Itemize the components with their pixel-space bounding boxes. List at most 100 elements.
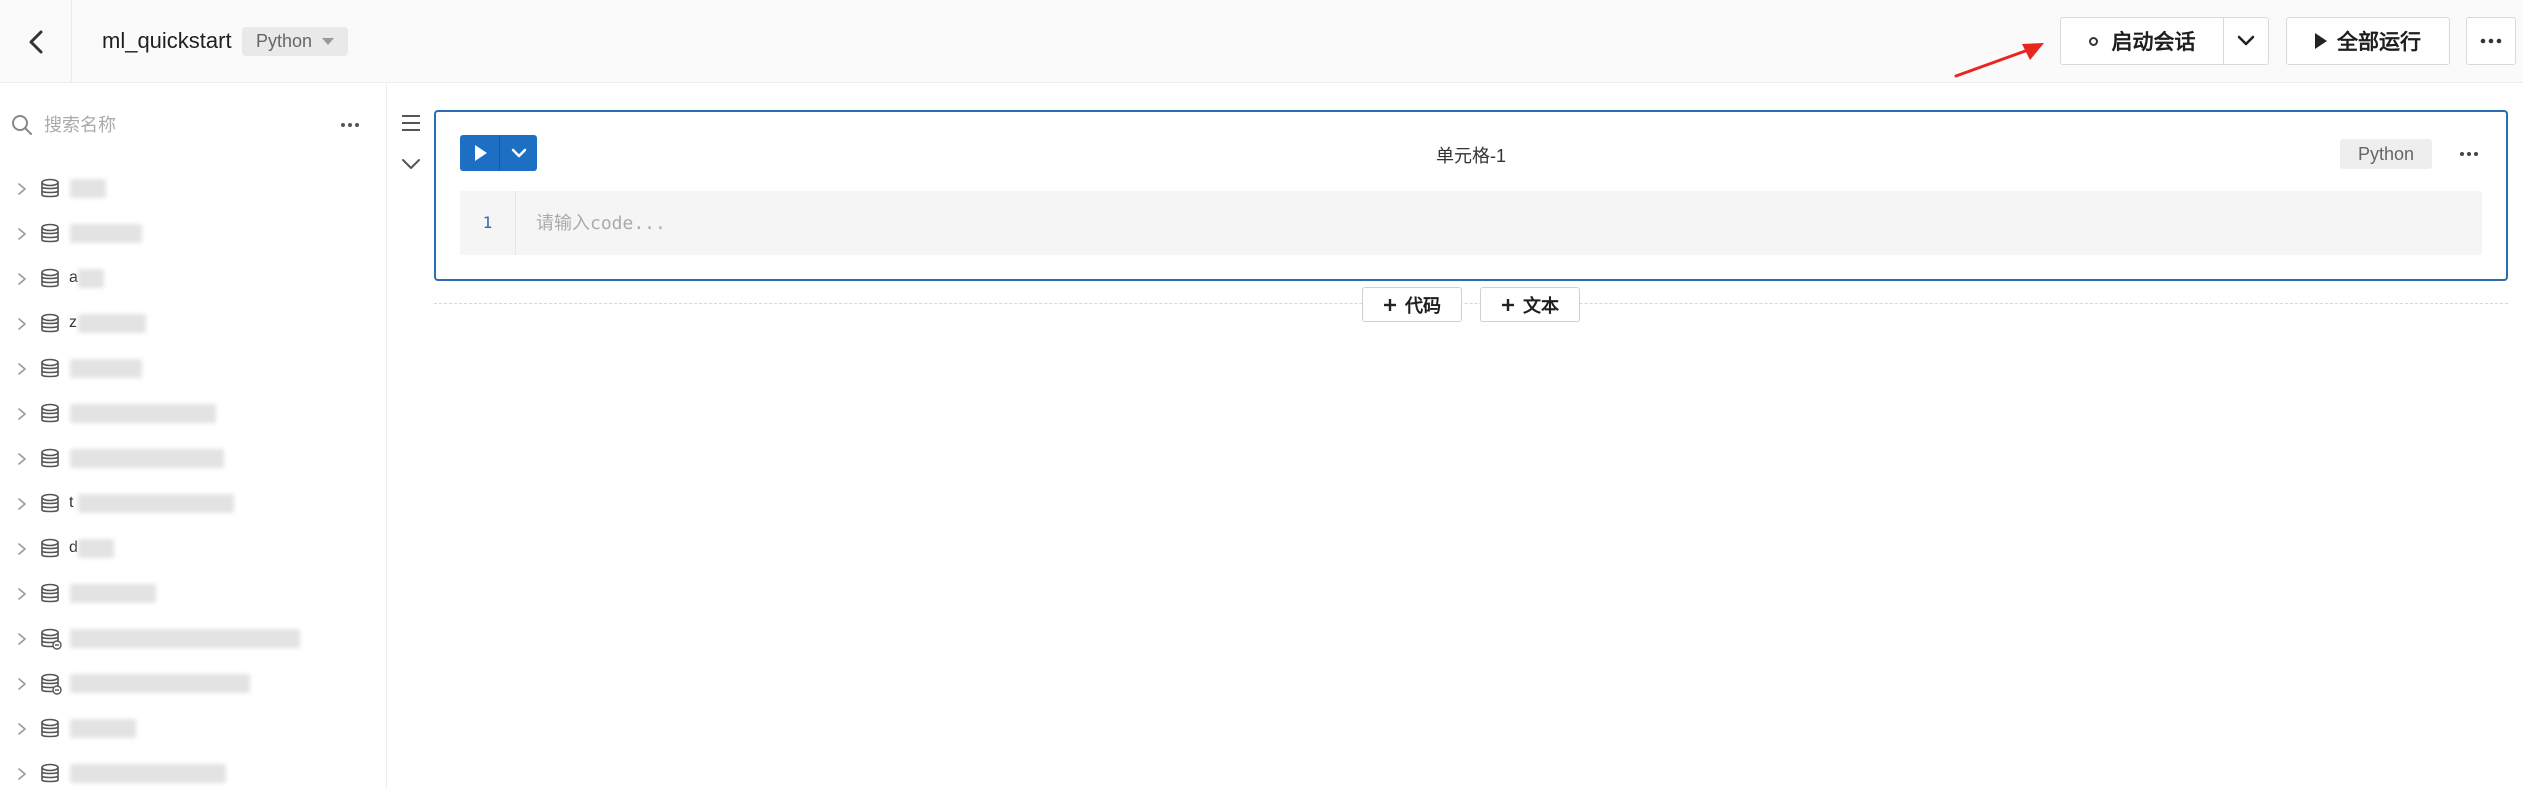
start-session-label: 启动会话 xyxy=(2111,31,2196,54)
redacted-name xyxy=(78,314,146,333)
session-dropdown-button[interactable] xyxy=(2224,18,2268,64)
list-icon xyxy=(402,115,420,131)
tree-item-label: z xyxy=(69,314,77,331)
chevron-right-icon[interactable] xyxy=(17,227,27,241)
chevron-right-icon[interactable] xyxy=(17,362,27,376)
session-status-icon xyxy=(2088,36,2098,46)
database-icon xyxy=(41,763,59,783)
redacted-name xyxy=(78,269,104,288)
tree-item-label: t xyxy=(69,494,74,511)
search-icon xyxy=(12,115,32,135)
tree-item[interactable]: t xyxy=(0,481,386,526)
database-link-icon xyxy=(41,628,62,650)
database-icon xyxy=(41,718,59,738)
add-text-label: 文本 xyxy=(1523,295,1559,316)
chevron-down-icon xyxy=(2237,35,2255,46)
notebook-title: ml_quickstart xyxy=(102,28,232,53)
tree-item[interactable] xyxy=(0,661,386,706)
code-editor: 1 xyxy=(460,191,2482,255)
redacted-name xyxy=(70,404,216,423)
code-cell[interactable]: 单元格-1 Python 1 xyxy=(434,110,2508,281)
chevron-right-icon[interactable] xyxy=(17,542,27,556)
run-all-label: 全部运行 xyxy=(2337,31,2421,54)
chevron-right-icon[interactable] xyxy=(17,587,27,601)
search-input[interactable] xyxy=(44,109,324,141)
database-icon xyxy=(41,448,59,468)
redacted-name xyxy=(70,179,106,198)
redacted-name xyxy=(70,629,300,648)
chevron-right-icon[interactable] xyxy=(17,767,27,781)
tree-item[interactable] xyxy=(0,346,386,391)
redacted-name xyxy=(70,449,224,468)
cell-title: 单元格-1 xyxy=(1435,146,1506,166)
line-number: 1 xyxy=(460,191,516,255)
cell-more-button[interactable] xyxy=(2454,140,2484,168)
database-icon xyxy=(41,403,59,423)
chevron-right-icon[interactable] xyxy=(17,317,27,331)
top-bar: ml_quickstart Python 启动会话 全部运行 xyxy=(0,0,2523,83)
tree-item[interactable]: z xyxy=(0,301,386,346)
plus-icon xyxy=(1384,298,1396,311)
chevron-down-icon xyxy=(402,159,420,169)
sidebar: a z t d xyxy=(0,83,387,789)
redacted-name xyxy=(78,494,234,513)
ellipsis-icon xyxy=(341,123,359,127)
chevron-right-icon[interactable] xyxy=(17,677,27,691)
redacted-name xyxy=(70,719,136,738)
redacted-name xyxy=(70,359,142,378)
tree-item[interactable] xyxy=(0,706,386,751)
tree-item[interactable] xyxy=(0,751,386,796)
collapse-cell-button[interactable] xyxy=(400,157,422,176)
tree-item-label: d xyxy=(69,539,78,556)
chevron-right-icon[interactable] xyxy=(17,722,27,736)
chevron-left-icon xyxy=(29,30,42,53)
add-code-label: 代码 xyxy=(1405,295,1441,316)
tree-item[interactable]: a xyxy=(0,256,386,301)
database-icon xyxy=(41,358,59,378)
add-cell-divider xyxy=(434,303,2508,304)
code-input[interactable] xyxy=(516,191,2476,255)
plus-icon xyxy=(1502,298,1514,311)
chevron-right-icon[interactable] xyxy=(17,632,27,646)
add-code-cell-button[interactable]: 代码 xyxy=(1362,287,1462,322)
redacted-name xyxy=(70,764,226,783)
chevron-right-icon[interactable] xyxy=(17,272,27,286)
ellipsis-icon xyxy=(2480,38,2502,44)
tree-item[interactable] xyxy=(0,436,386,481)
back-button[interactable] xyxy=(0,0,72,83)
database-icon xyxy=(41,268,59,288)
add-text-cell-button[interactable]: 文本 xyxy=(1480,287,1580,322)
sidebar-more-button[interactable] xyxy=(336,111,364,139)
database-icon xyxy=(41,313,59,333)
chevron-right-icon[interactable] xyxy=(17,182,27,196)
tree-item[interactable]: d xyxy=(0,526,386,571)
sidebar-search xyxy=(0,105,387,145)
chevron-right-icon[interactable] xyxy=(17,407,27,421)
language-selector[interactable]: Python xyxy=(242,27,349,56)
chevron-right-icon[interactable] xyxy=(17,452,27,466)
cell-language-tag[interactable]: Python xyxy=(2340,139,2432,169)
session-control: 启动会话 xyxy=(2060,17,2269,65)
tree-item[interactable] xyxy=(0,571,386,616)
database-icon xyxy=(41,493,59,513)
play-icon xyxy=(2315,33,2327,49)
tree-item[interactable] xyxy=(0,211,386,256)
redacted-name xyxy=(70,224,142,243)
outline-menu-button[interactable] xyxy=(400,113,422,138)
more-options-button[interactable] xyxy=(2466,17,2516,65)
database-tree: a z t d xyxy=(0,166,386,796)
database-icon xyxy=(41,223,59,243)
database-link-icon xyxy=(41,673,62,695)
language-label: Python xyxy=(256,31,313,51)
annotation-arrow xyxy=(1954,43,2044,78)
tree-item[interactable] xyxy=(0,166,386,211)
ellipsis-icon xyxy=(2460,152,2478,156)
chevron-right-icon[interactable] xyxy=(17,497,27,511)
run-all-button[interactable]: 全部运行 xyxy=(2286,17,2450,65)
tree-item[interactable] xyxy=(0,391,386,436)
tree-item-label: a xyxy=(69,269,78,286)
start-session-button[interactable]: 启动会话 xyxy=(2061,18,2224,64)
database-icon xyxy=(41,583,59,603)
tree-item[interactable] xyxy=(0,616,386,661)
redacted-name xyxy=(78,539,114,558)
